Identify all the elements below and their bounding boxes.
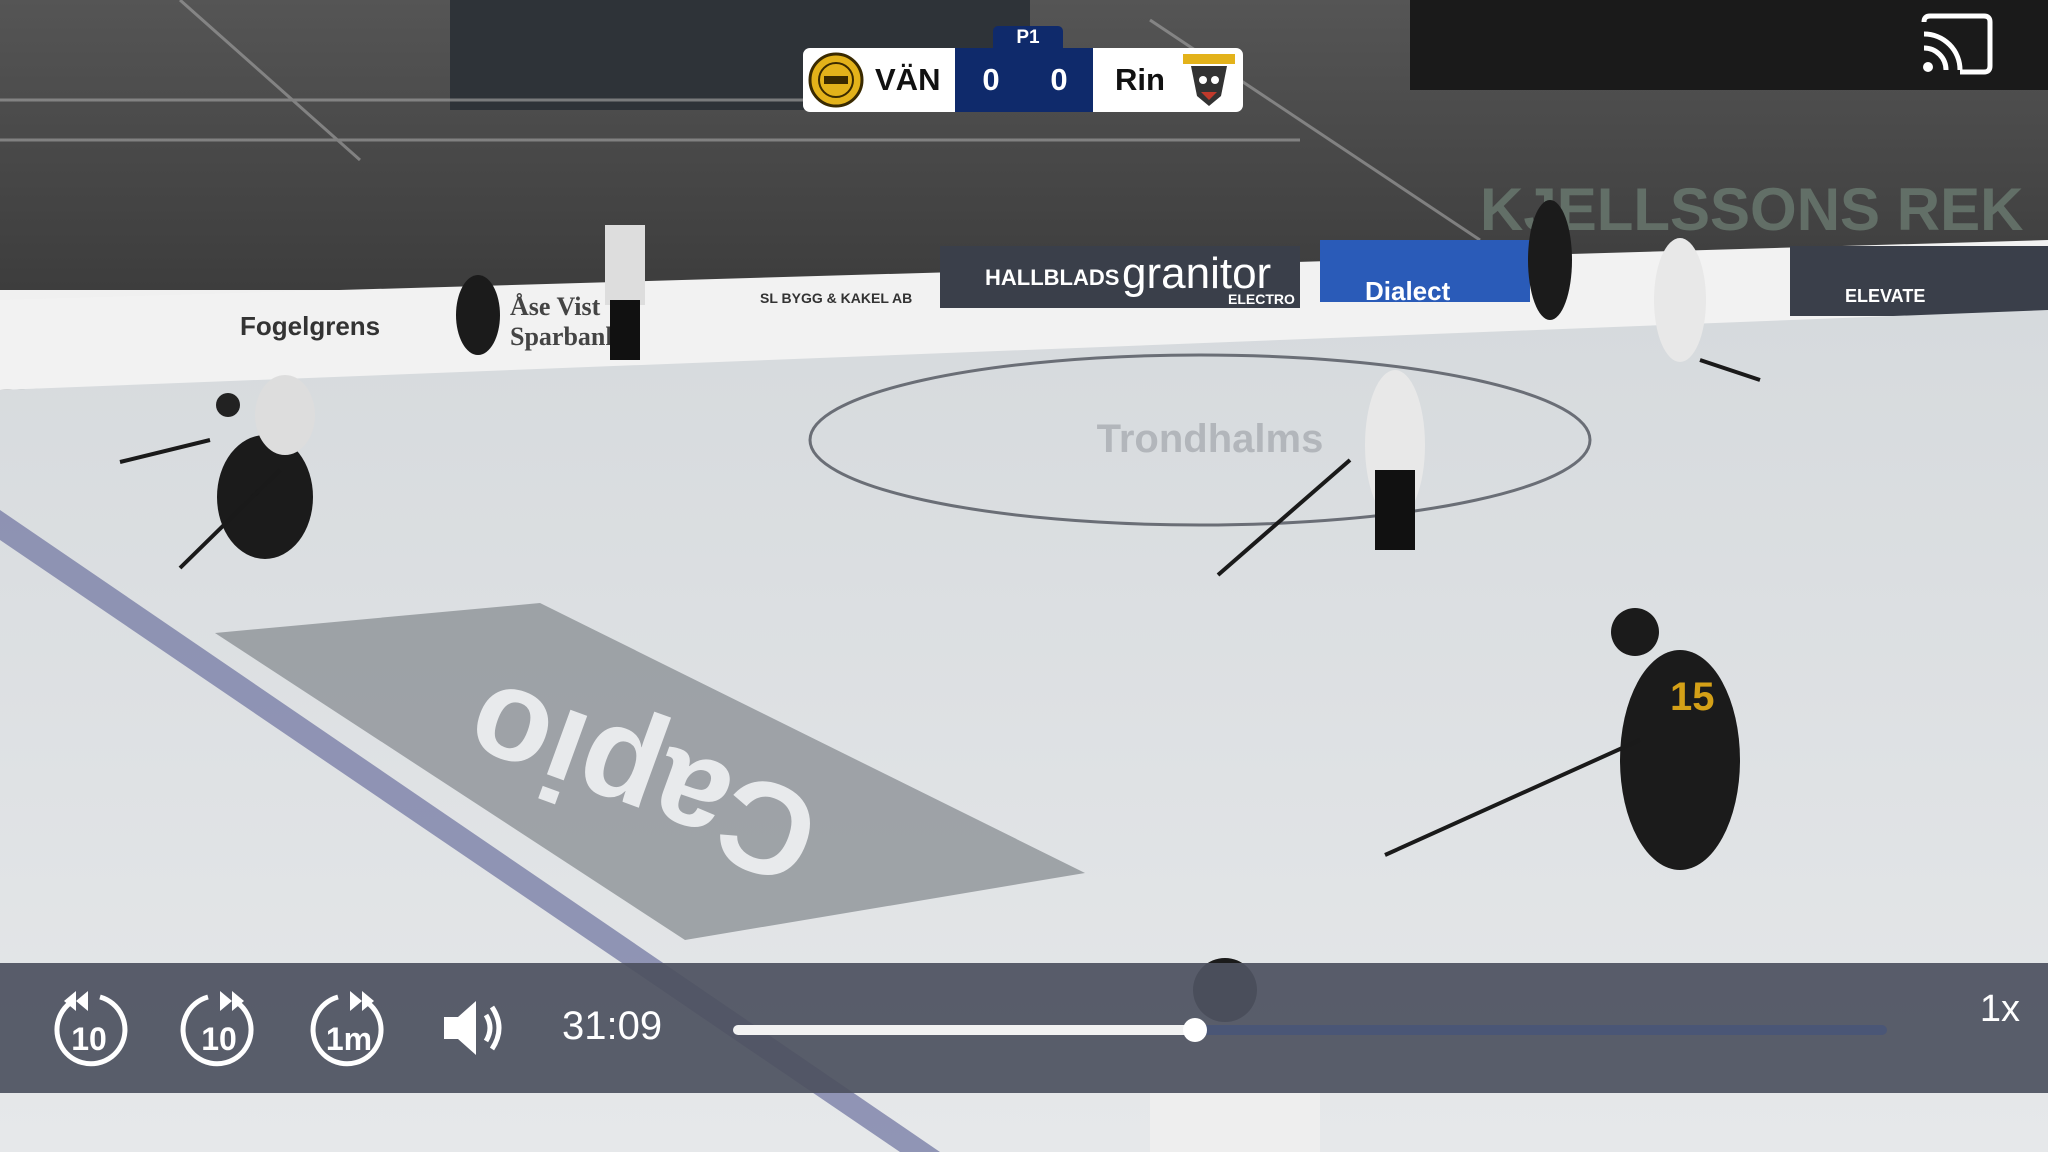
svg-text:Dialect: Dialect [1365, 276, 1451, 306]
home-team-logo-icon [808, 52, 864, 108]
away-team-panel: Rin [1093, 48, 1243, 112]
home-team-abbr: VÄN [875, 62, 941, 97]
svg-text:Åse Vist: Åse Vist [510, 292, 601, 321]
away-score: 0 [1050, 62, 1068, 97]
svg-text:15: 15 [1670, 675, 1715, 719]
seek-bar[interactable] [733, 1018, 1887, 1042]
rewind-10-button[interactable]: 10 [46, 985, 132, 1071]
score-panel: 0 0 [955, 48, 1093, 112]
player-control-bar: 10 10 1m 31:09 1x [0, 963, 2048, 1093]
svg-text:HALLBLADS: HALLBLADS [985, 265, 1119, 290]
playback-rate-button[interactable]: 1x [1980, 987, 2020, 1031]
seek-bar-played [733, 1025, 1195, 1035]
video-player[interactable]: Fogelgrens Åse Vist Sparbank SL BYGG & K… [0, 0, 2048, 1152]
svg-text:Trondhalms: Trondhalms [1097, 417, 1324, 461]
svg-text:Sparbank: Sparbank [510, 322, 620, 351]
scoreboard: P1 VÄN 0 0 Rin [803, 26, 1243, 112]
away-team-logo-icon [1183, 54, 1235, 106]
away-team-abbr: Rin [1115, 62, 1165, 97]
svg-text:ELEVATE: ELEVATE [1845, 286, 1925, 306]
seek-bar-thumb[interactable] [1182, 1018, 1207, 1042]
svg-text:Fogelgrens: Fogelgrens [240, 311, 380, 341]
period-indicator: P1 [993, 26, 1063, 50]
forward-10-label: 10 [201, 1021, 237, 1057]
svg-text:ELECTRO: ELECTRO [1228, 291, 1295, 307]
forward-1m-button[interactable]: 1m [306, 985, 392, 1071]
rewind-10-label: 10 [71, 1021, 107, 1057]
svg-text:SL BYGG & KAKEL AB: SL BYGG & KAKEL AB [760, 290, 912, 306]
forward-10-button[interactable]: 10 [176, 985, 262, 1071]
volume-button[interactable] [436, 985, 522, 1071]
cast-icon[interactable] [1918, 12, 1994, 76]
volume-icon [444, 1001, 502, 1055]
home-team-panel: VÄN [803, 48, 955, 112]
home-score: 0 [982, 62, 1000, 97]
current-time: 31:09 [562, 1004, 663, 1048]
forward-1m-label: 1m [325, 1021, 373, 1057]
